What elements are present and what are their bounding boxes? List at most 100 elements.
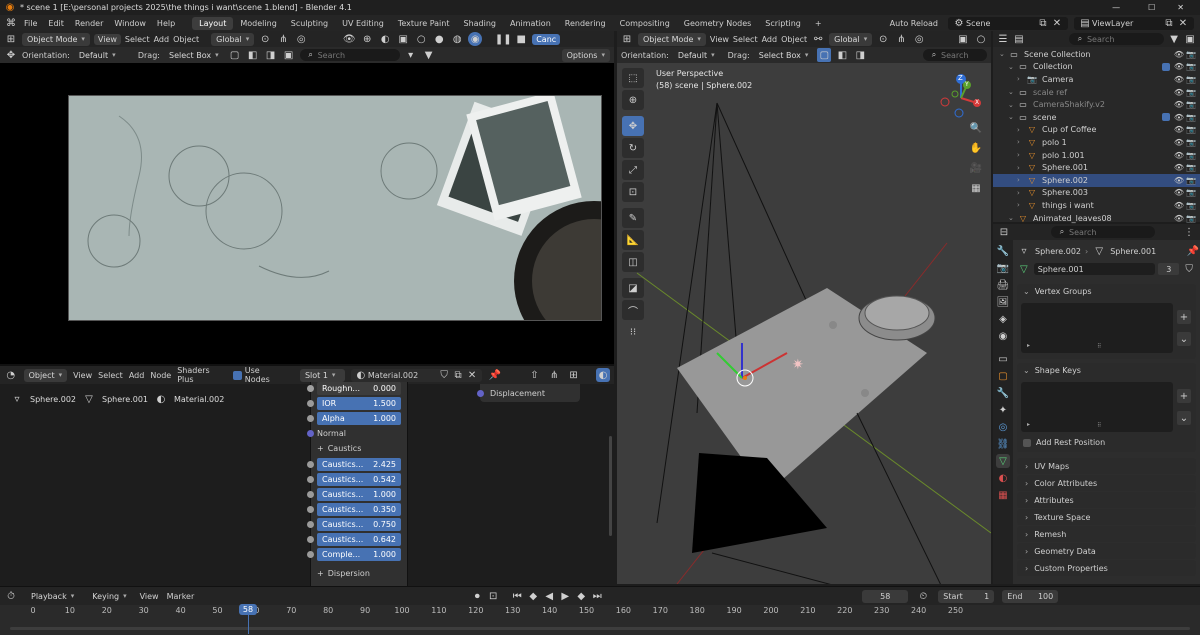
eye-icon[interactable]: 👁: [1174, 201, 1184, 210]
marker-menu[interactable]: Marker: [167, 592, 195, 601]
material-shading-icon[interactable]: ◍: [450, 32, 464, 46]
shield-icon[interactable]: ⛉: [437, 368, 451, 382]
drag-dropdown[interactable]: Select Box: [163, 48, 224, 62]
add-cube-tool-icon[interactable]: ◫: [622, 252, 644, 272]
select-mode-icon[interactable]: ◨: [264, 48, 278, 62]
outliner-item[interactable]: › ▽ Sphere.002 👁 📷: [993, 173, 1200, 187]
pivot-icon[interactable]: ⊙: [876, 32, 890, 46]
eye-icon[interactable]: 👁: [1174, 50, 1184, 59]
object-tab-icon[interactable]: ▢: [996, 369, 1010, 383]
eye-icon[interactable]: 👁: [1174, 100, 1184, 109]
tab-scripting[interactable]: Scripting: [758, 17, 808, 30]
move-tool-icon[interactable]: ✥: [622, 116, 644, 136]
add-workspace-button[interactable]: +: [808, 17, 829, 30]
input-socket[interactable]: [307, 521, 314, 528]
outliner-item[interactable]: ⌄ ▽ Animated_leaves08 👁 📷: [993, 212, 1200, 225]
properties-panel-header[interactable]: UV Maps: [1017, 458, 1196, 474]
play-icon[interactable]: ▶: [558, 589, 572, 603]
tab-compositing[interactable]: Compositing: [613, 17, 677, 30]
playhead-marker[interactable]: 58: [239, 604, 257, 615]
close-button[interactable]: ✕: [1177, 3, 1184, 12]
proportional-icon[interactable]: ◎: [912, 32, 926, 46]
maximize-button[interactable]: ☐: [1148, 3, 1155, 12]
select-mode-icon[interactable]: ▣: [282, 48, 296, 62]
pin-icon[interactable]: 📌: [488, 368, 502, 382]
mode-dropdown[interactable]: Object Mode: [22, 32, 90, 46]
end-frame-field[interactable]: End 100: [1002, 589, 1059, 603]
view-menu[interactable]: View: [93, 33, 121, 45]
include-checkbox[interactable]: [1162, 62, 1170, 71]
autokey-icon[interactable]: ⊡: [486, 589, 500, 603]
pause-icon[interactable]: ❚❚: [495, 32, 512, 46]
close-icon[interactable]: ✕: [1050, 16, 1064, 30]
pin-icon[interactable]: 📌: [1186, 244, 1200, 258]
blender-menu-icon[interactable]: ⌘: [4, 16, 18, 30]
node-view-menu[interactable]: View: [73, 371, 92, 380]
outliner-item[interactable]: › 📷 Camera 👁 📷: [993, 73, 1200, 86]
scale-tool-icon[interactable]: ⤢: [622, 160, 644, 180]
caustics-field[interactable]: Caustics... 0.542: [307, 473, 401, 486]
caustics-field[interactable]: Caustics... 0.750: [307, 518, 401, 531]
modifier-tab-icon[interactable]: 🔧: [996, 386, 1010, 400]
eye-icon[interactable]: 👁: [1174, 88, 1184, 97]
wireframe-shading-icon[interactable]: ○: [414, 32, 428, 46]
texture-tab-icon[interactable]: ▦: [996, 488, 1010, 502]
properties-panel-header[interactable]: Geometry Data: [1017, 543, 1196, 559]
curve-tool-icon[interactable]: ⌒: [622, 300, 644, 320]
use-nodes-checkbox[interactable]: Use Nodes: [233, 366, 286, 384]
move-tool-icon[interactable]: ✥: [4, 48, 18, 62]
input-socket[interactable]: [307, 476, 314, 483]
input-socket[interactable]: [307, 551, 314, 558]
annotate-tool-icon[interactable]: ✎: [622, 208, 644, 228]
zoom-icon[interactable]: 🔍: [969, 121, 983, 135]
tab-geometry-nodes[interactable]: Geometry Nodes: [677, 17, 758, 30]
add-menu[interactable]: Add: [154, 35, 170, 44]
editor-type-icon[interactable]: ⊞: [620, 32, 634, 46]
camera-render-icon[interactable]: 📷: [1186, 62, 1196, 71]
node-add-menu[interactable]: Add: [129, 371, 145, 380]
shader-node-editor[interactable]: ◔ Object View Select Add Node Shaders Pl…: [0, 364, 614, 586]
particles-tab-icon[interactable]: ✦: [996, 403, 1010, 417]
add-menu[interactable]: Add: [762, 35, 778, 44]
orientation-dropdown[interactable]: Default: [672, 48, 720, 62]
properties-panel-header[interactable]: Custom Properties: [1017, 560, 1196, 576]
eye-icon[interactable]: 👁: [1174, 113, 1184, 122]
filter-icon[interactable]: ▼: [422, 48, 436, 62]
include-checkbox[interactable]: [1162, 113, 1170, 122]
properties-panel-header[interactable]: Attributes: [1017, 492, 1196, 508]
camera-render-icon[interactable]: 📷: [1186, 88, 1196, 97]
shape-key-list[interactable]: ▸ ⠿: [1021, 382, 1173, 432]
user-count[interactable]: 3: [1158, 263, 1180, 275]
node-select-menu[interactable]: Select: [98, 371, 123, 380]
select-menu[interactable]: Select: [733, 35, 758, 44]
filter-icon[interactable]: ▼: [1168, 32, 1180, 46]
snap-icon[interactable]: ⋔: [894, 32, 908, 46]
add-vertex-group-button[interactable]: +: [1177, 310, 1191, 324]
eye-icon[interactable]: 👁: [1174, 163, 1184, 172]
search-input[interactable]: ⌕ Search: [299, 49, 400, 61]
roughness-field[interactable]: Roughn... 0.000: [307, 382, 401, 395]
input-socket[interactable]: [307, 506, 314, 513]
jump-end-icon[interactable]: ⏭: [590, 589, 604, 603]
camera-render-icon[interactable]: 📷: [1186, 163, 1196, 172]
menu-help[interactable]: Help: [157, 19, 175, 28]
mode-dropdown[interactable]: Object Mode: [638, 32, 706, 46]
eye-icon[interactable]: 👁: [1174, 176, 1184, 185]
tab-modeling[interactable]: Modeling: [233, 17, 283, 30]
orientation-dropdown[interactable]: Default: [73, 48, 130, 62]
xray-icon[interactable]: ▣: [396, 32, 410, 46]
properties-panel-header[interactable]: Color Attributes: [1017, 475, 1196, 491]
slot-dropdown[interactable]: Slot 1: [299, 368, 345, 382]
node-object-dropdown[interactable]: Object: [23, 368, 68, 382]
principled-bsdf-node[interactable]: Roughn... 0.000 IOR 1.500 Alpha 1.000 No…: [307, 382, 408, 586]
overlay-icon[interactable]: ◐: [596, 368, 610, 382]
gizmo-icon[interactable]: ⊕: [360, 32, 374, 46]
solid-shading-icon[interactable]: ●: [432, 32, 446, 46]
camera-render-icon[interactable]: 📷: [1186, 75, 1196, 84]
tab-texture-paint[interactable]: Texture Paint: [391, 17, 457, 30]
tab-shading[interactable]: Shading: [456, 17, 503, 30]
eye-icon[interactable]: 👁: [1174, 188, 1184, 197]
caustics-field[interactable]: Caustics... 1.000: [307, 488, 401, 501]
outliner-item[interactable]: ⌄ ▭ scene 👁 📷: [993, 111, 1200, 124]
camera-render-icon[interactable]: 📷: [1186, 151, 1196, 160]
